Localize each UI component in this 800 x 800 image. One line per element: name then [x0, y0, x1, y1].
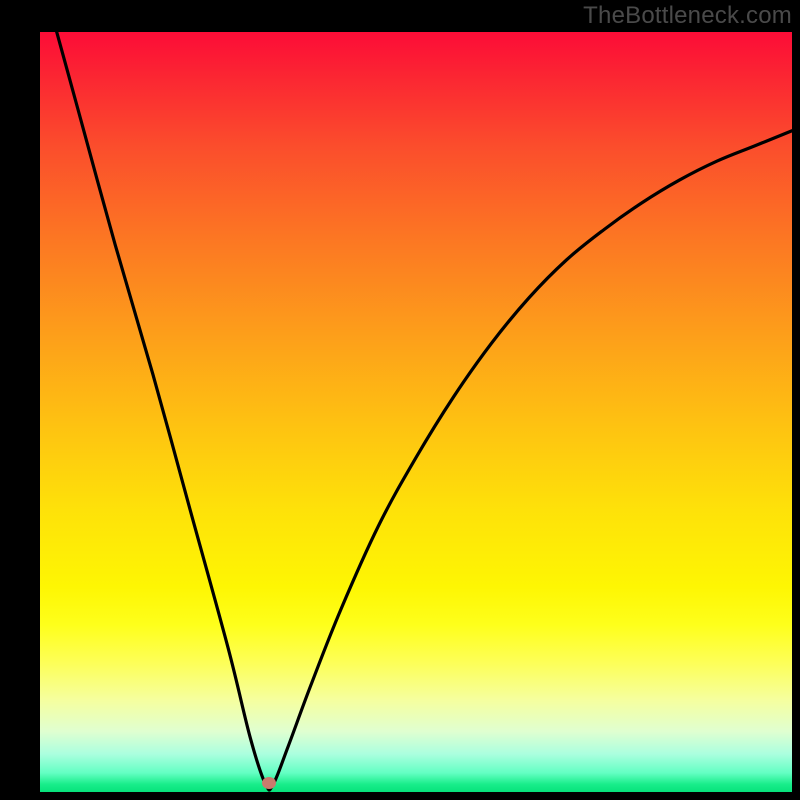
bottleneck-curve — [40, 32, 792, 792]
plot-area — [40, 32, 792, 792]
chart-frame: TheBottleneck.com — [0, 0, 800, 800]
minimum-marker — [262, 777, 276, 789]
watermark-text: TheBottleneck.com — [583, 2, 792, 30]
curve-path — [40, 0, 792, 790]
